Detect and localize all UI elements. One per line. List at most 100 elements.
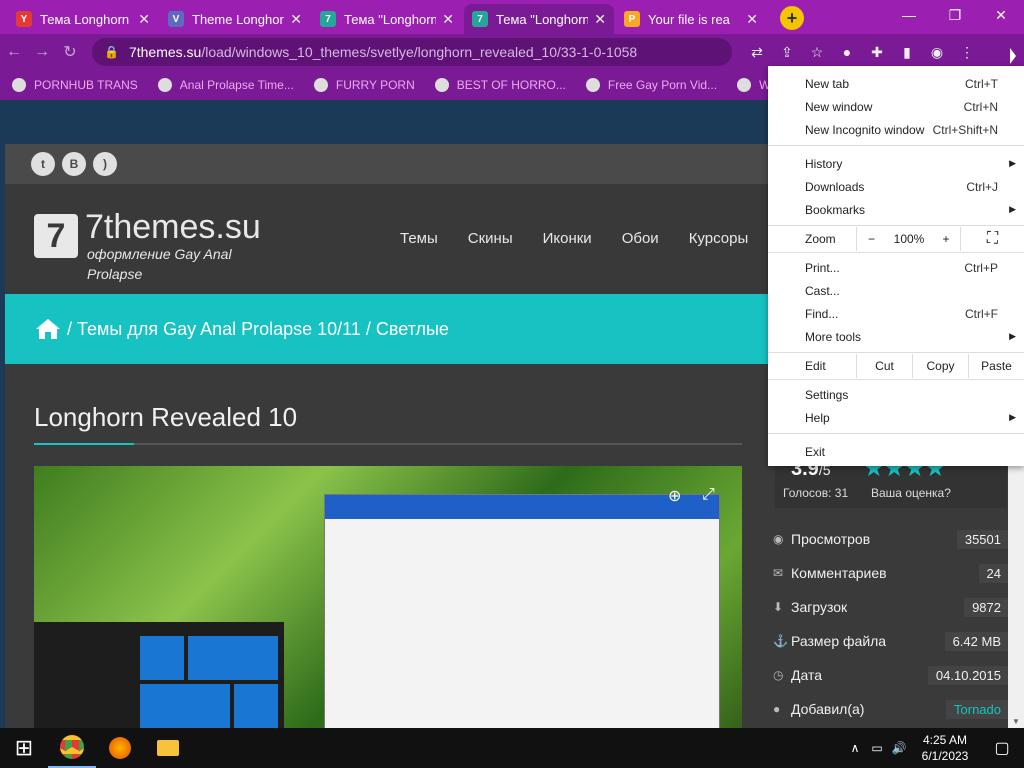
url-path: /load/windows_10_themes/svetlye/longhorn… xyxy=(201,44,638,60)
twitter-icon[interactable]: t xyxy=(31,152,55,176)
menu-bookmarks[interactable]: Bookmarks ▶ xyxy=(768,198,1024,221)
rss-icon[interactable]: ) xyxy=(93,152,117,176)
tab-favicon-icon: 7 xyxy=(472,11,488,27)
network-icon[interactable]: ▭ xyxy=(866,741,888,755)
theme-screenshot[interactable]: ⊕ ⤢ xyxy=(34,466,742,728)
menu-downloads[interactable]: Downloads Ctrl+J xyxy=(768,175,1024,198)
clock-date: 6/1/2023 xyxy=(921,749,969,763)
menu-more-tools[interactable]: More tools ▶ xyxy=(768,325,1024,348)
url-host: 7themes.su xyxy=(128,44,202,60)
tab-close-icon[interactable]: ✕ xyxy=(442,11,454,28)
breadcrumb-path[interactable]: / Темы для Gay Anal Prolapse 10/11 / Све… xyxy=(67,319,449,340)
fullscreen-icon[interactable]: ⤢ xyxy=(702,486,722,506)
menu-new-window[interactable]: New window Ctrl+N xyxy=(768,95,1024,118)
user-icon: ● xyxy=(773,702,781,716)
download-icon: ⬇ xyxy=(773,600,784,614)
tab-1[interactable]: V Theme Longhorn ✕ xyxy=(160,4,310,34)
menu-new-incognito[interactable]: New Incognito window Ctrl+Shift+N xyxy=(768,118,1024,141)
volume-icon[interactable]: 🔊 xyxy=(888,741,910,755)
vk-icon[interactable]: B xyxy=(62,152,86,176)
site-logo[interactable]: 7themes.su xyxy=(85,208,261,247)
bookmark-0[interactable]: PORNHUB TRANS xyxy=(12,78,138,92)
tab-3[interactable]: 7 Тема "Longhorn ✕ xyxy=(464,4,614,34)
stat-label: Дата xyxy=(791,667,823,683)
forward-arrow-icon[interactable]: → xyxy=(28,43,56,61)
zoom-in-button[interactable]: + xyxy=(932,232,960,246)
bookmark-2[interactable]: FURRY PORN xyxy=(313,78,415,92)
menu-settings[interactable]: Settings xyxy=(768,383,1024,406)
site-tagline: оформление Gay Anal Prolapse xyxy=(87,246,232,282)
tab-close-icon[interactable]: ✕ xyxy=(746,11,758,28)
tab-close-icon[interactable]: ✕ xyxy=(290,11,302,28)
edit-label: Edit xyxy=(805,359,826,373)
site-menu-item-2[interactable]: Иконки xyxy=(543,230,592,247)
zoom-out-button[interactable]: − xyxy=(856,227,886,251)
stat-label: Размер файла xyxy=(791,633,887,649)
bookmark-3[interactable]: BEST OF HORRO... xyxy=(434,78,566,92)
menu-help[interactable]: Help ▶ xyxy=(768,406,1024,429)
firefox-icon[interactable] xyxy=(96,728,144,768)
taskbar-clock[interactable]: 4:25 AM 6/1/2023 xyxy=(910,732,980,764)
stat-label: Добавил(а) xyxy=(791,701,865,717)
reload-icon[interactable]: ↻ xyxy=(56,42,84,62)
bookmark-favicon-icon xyxy=(737,78,752,92)
menu-cast[interactable]: Cast... xyxy=(768,279,1024,302)
site-menu-item-0[interactable]: Темы xyxy=(400,230,438,247)
kebab-menu-icon[interactable]: ⋮ xyxy=(952,44,982,61)
menu-history[interactable]: History ▶ xyxy=(768,152,1024,175)
bookmark-1[interactable]: Anal Prolapse Time... xyxy=(157,78,294,92)
browser-toolbar: ← → ↻ 🔒 7themes.su/load/windows_10_theme… xyxy=(0,34,1024,70)
bookmark-label: PORNHUB TRANS xyxy=(34,78,138,92)
home-icon[interactable] xyxy=(35,318,61,340)
cut-button[interactable]: Cut xyxy=(856,354,912,378)
title-divider xyxy=(34,443,742,445)
profile-extension-icon[interactable]: ● xyxy=(832,44,862,60)
new-tab-button[interactable]: + xyxy=(780,6,804,30)
account-avatar-icon[interactable]: ◉ xyxy=(922,44,952,61)
site-menu-item-3[interactable]: Обои xyxy=(622,230,659,247)
paste-button[interactable]: Paste xyxy=(968,354,1024,378)
tab-title: Тема "Longhorn xyxy=(496,11,589,27)
back-arrow-icon[interactable]: ← xyxy=(0,43,28,61)
anchor-icon: ⚓ xyxy=(773,634,788,648)
copy-button[interactable]: Copy xyxy=(912,354,968,378)
stat-row: ✉ Комментариев 24 xyxy=(769,558,1009,588)
chevron-up-icon[interactable]: ∧ xyxy=(844,741,866,755)
stat-value: 04.10.2015 xyxy=(927,665,1009,685)
translate-icon[interactable]: ⇄ xyxy=(742,44,772,61)
menu-find[interactable]: Find... Ctrl+F xyxy=(768,302,1024,325)
lock-icon[interactable]: 🔒 xyxy=(104,45,119,59)
maximize-button[interactable]: ❐ xyxy=(932,0,978,30)
tab-2[interactable]: 7 Тема "Longhorn ✕ xyxy=(312,4,462,34)
start-windows-icon[interactable]: ⊞ xyxy=(0,728,48,768)
side-panel-icon[interactable]: ▮ xyxy=(892,44,922,61)
menu-exit[interactable]: Exit xyxy=(768,440,1024,463)
tab-close-icon[interactable]: ✕ xyxy=(138,11,150,28)
address-bar[interactable]: 🔒 7themes.su/load/windows_10_themes/svet… xyxy=(92,38,732,66)
file-explorer-icon[interactable] xyxy=(144,728,192,768)
bookmark-star-icon[interactable]: ☆ xyxy=(802,44,832,61)
stat-row: ⬇ Загрузок 9872 xyxy=(769,592,1009,622)
bookmark-4[interactable]: Free Gay Porn Vid... xyxy=(585,78,717,92)
share-icon[interactable]: ⇪ xyxy=(772,44,802,61)
stat-label: Загрузок xyxy=(791,599,848,615)
logo-icon[interactable]: 7 xyxy=(34,214,78,258)
zoom-label: Zoom xyxy=(805,232,836,246)
close-window-button[interactable]: ✕ xyxy=(978,0,1024,30)
minimize-button[interactable]: — xyxy=(886,0,932,30)
stat-value[interactable]: Tornado xyxy=(946,699,1009,719)
menu-print[interactable]: Print... Ctrl+P xyxy=(768,256,1024,279)
extensions-puzzle-icon[interactable]: ✚ xyxy=(862,44,892,61)
site-menu-item-4[interactable]: Курсоры xyxy=(689,230,749,247)
tab-0[interactable]: Y Тема Longhorn ✕ xyxy=(8,4,158,34)
fullscreen-icon[interactable]: ⛶ xyxy=(960,227,1024,251)
zoom-row: Zoom − 100% + ⛶ xyxy=(768,227,1024,251)
zoom-in-icon[interactable]: ⊕ xyxy=(668,486,688,506)
chrome-icon[interactable] xyxy=(48,728,96,768)
tab-close-icon[interactable]: ✕ xyxy=(594,11,606,28)
tab-4[interactable]: P Your file is rea ✕ xyxy=(616,4,766,34)
stat-label: Просмотров xyxy=(791,531,871,547)
notifications-icon[interactable]: ▢ xyxy=(980,738,1024,758)
menu-new-tab[interactable]: New tab Ctrl+T xyxy=(768,72,1024,95)
site-menu-item-1[interactable]: Скины xyxy=(468,230,513,247)
